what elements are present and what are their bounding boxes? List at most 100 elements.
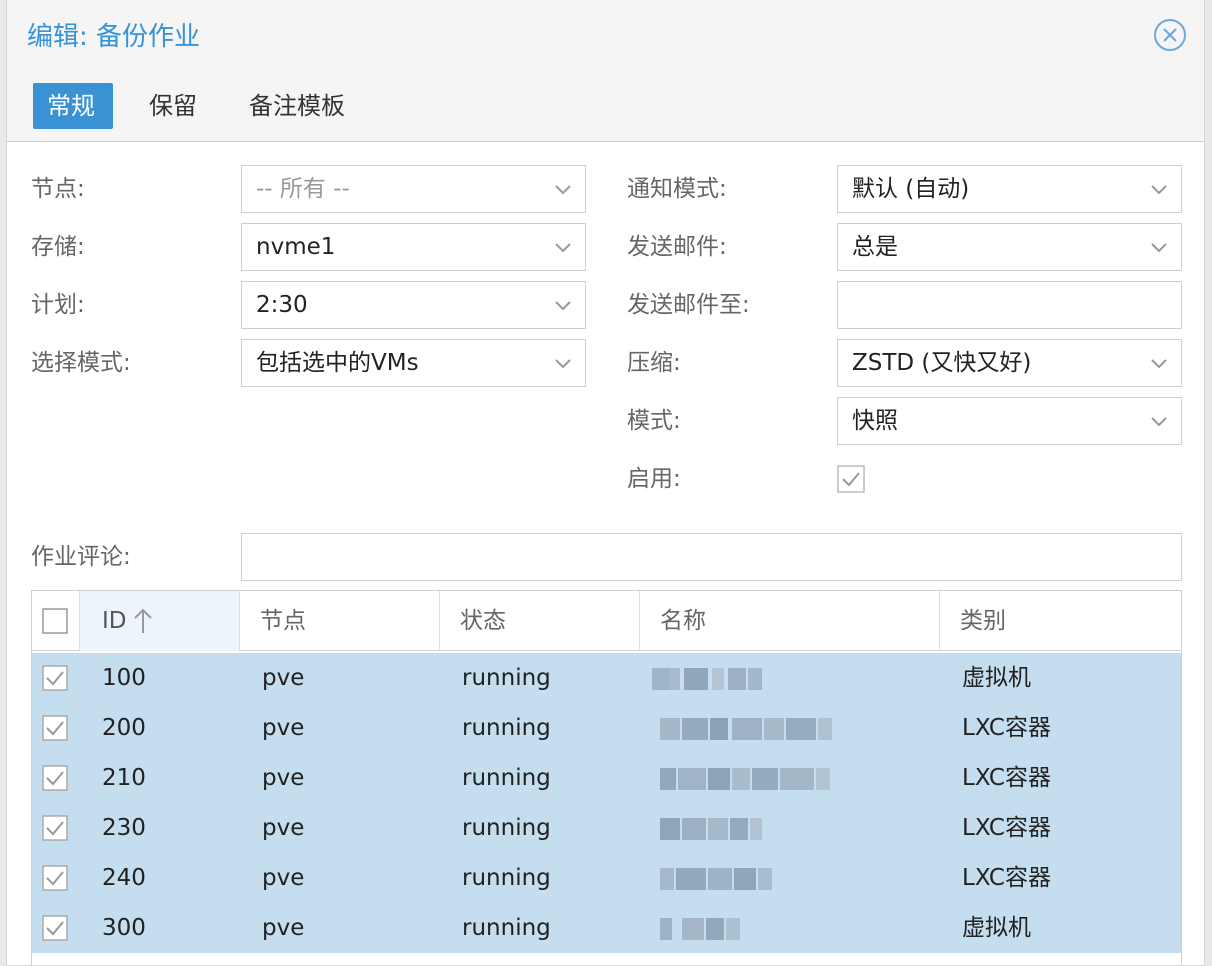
- row-status: running: [462, 865, 551, 891]
- enabled-label: 启用:: [627, 466, 681, 492]
- row-type: LXC容器: [962, 715, 1051, 741]
- row-type: LXC容器: [962, 815, 1051, 841]
- column-header-type[interactable]: 类别: [940, 591, 1181, 651]
- row-type: 虚拟机: [962, 665, 1031, 691]
- compression-select[interactable]: ZSTD (又快又好): [837, 339, 1182, 387]
- column-header-status[interactable]: 状态: [440, 591, 640, 651]
- notification-mode-label: 通知模式:: [627, 176, 727, 202]
- table-row[interactable]: 300 pve running 虚拟机: [32, 903, 1181, 953]
- table-row[interactable]: [32, 953, 1181, 965]
- enabled-checkbox[interactable]: [837, 465, 865, 493]
- row-checkbox[interactable]: [42, 765, 68, 791]
- general-form: 节点: -- 所有 -- 存储: nvme1 计划: 2:30 选择模式: 包括…: [7, 143, 1204, 593]
- row-name-redacted: [652, 668, 852, 690]
- row-id: 100: [102, 665, 146, 691]
- notification-mode-value: 默认 (自动): [852, 176, 970, 202]
- grid-header: ID 节点 状态 名称 类别: [32, 591, 1181, 651]
- schedule-label: 计划:: [31, 292, 85, 318]
- storage-select[interactable]: nvme1: [241, 223, 586, 271]
- storage-value: nvme1: [256, 234, 336, 260]
- chevron-down-icon: [555, 185, 571, 195]
- row-id: 200: [102, 715, 146, 741]
- column-header-name[interactable]: 名称: [640, 591, 940, 651]
- schedule-select[interactable]: 2:30: [241, 281, 586, 329]
- send-email-value: 总是: [852, 234, 898, 260]
- table-row[interactable]: 210 pve running LXC容器: [32, 753, 1181, 803]
- table-row[interactable]: 240 pve running LXC容器: [32, 853, 1181, 903]
- row-status: running: [462, 915, 551, 941]
- row-type: LXC容器: [962, 865, 1051, 891]
- selection-mode-select[interactable]: 包括选中的VMs: [241, 339, 586, 387]
- node-label: 节点:: [31, 176, 85, 202]
- chevron-down-icon: [555, 301, 571, 311]
- dialog-titlebar: 编辑: 备份作业: [7, 0, 1204, 70]
- tab-general[interactable]: 常规: [33, 83, 113, 129]
- mode-select[interactable]: 快照: [837, 397, 1182, 445]
- row-checkbox[interactable]: [42, 715, 68, 741]
- send-email-label: 发送邮件:: [627, 234, 727, 260]
- chevron-down-icon: [555, 243, 571, 253]
- row-status: running: [462, 815, 551, 841]
- row-type: 虚拟机: [962, 915, 1031, 941]
- row-id: 300: [102, 915, 146, 941]
- job-comment-label: 作业评论:: [31, 544, 131, 570]
- compression-label: 压缩:: [627, 350, 681, 376]
- mode-label: 模式:: [627, 408, 681, 434]
- column-header-id-label: ID: [102, 608, 127, 634]
- row-checkbox[interactable]: [42, 915, 68, 941]
- chevron-down-icon: [1151, 243, 1167, 253]
- row-name-redacted: [652, 818, 852, 840]
- chevron-down-icon: [1151, 417, 1167, 427]
- row-id: 240: [102, 865, 146, 891]
- row-checkbox[interactable]: [42, 665, 68, 691]
- storage-label: 存储:: [31, 234, 85, 260]
- row-name-redacted: [652, 868, 852, 890]
- selection-mode-value: 包括选中的VMs: [256, 350, 419, 376]
- row-status: running: [462, 765, 551, 791]
- tab-bar: 常规 保留 备注模板: [7, 70, 1204, 142]
- compression-value: ZSTD (又快又好): [852, 350, 1032, 376]
- send-email-select[interactable]: 总是: [837, 223, 1182, 271]
- chevron-down-icon: [1151, 185, 1167, 195]
- node-value: -- 所有 --: [256, 176, 350, 202]
- row-node: pve: [262, 865, 305, 891]
- row-node: pve: [262, 665, 305, 691]
- schedule-value: 2:30: [256, 292, 308, 318]
- chevron-down-icon: [1151, 359, 1167, 369]
- vm-selection-grid: ID 节点 状态 名称 类别 100 pve running 虚拟机 200 pve run…: [31, 590, 1182, 965]
- row-status: running: [462, 715, 551, 741]
- table-row[interactable]: 200 pve running LXC容器: [32, 703, 1181, 753]
- tab-retention[interactable]: 保留: [135, 83, 211, 129]
- row-name-redacted: [652, 768, 852, 790]
- mode-value: 快照: [852, 408, 898, 434]
- row-id: 210: [102, 765, 146, 791]
- select-all-cell: [32, 591, 80, 651]
- row-node: pve: [262, 815, 305, 841]
- row-checkbox[interactable]: [42, 815, 68, 841]
- row-node: pve: [262, 765, 305, 791]
- close-circle-icon[interactable]: [1153, 18, 1187, 52]
- row-name-redacted: [652, 918, 852, 940]
- node-select[interactable]: -- 所有 --: [241, 165, 586, 213]
- row-checkbox[interactable]: [42, 865, 68, 891]
- chevron-down-icon: [555, 359, 571, 369]
- send-email-to-input[interactable]: [837, 281, 1182, 329]
- row-type: LXC容器: [962, 765, 1051, 791]
- table-row[interactable]: 100 pve running 虚拟机: [32, 653, 1181, 703]
- row-name-redacted: [652, 718, 852, 740]
- notification-mode-select[interactable]: 默认 (自动): [837, 165, 1182, 213]
- column-header-id[interactable]: ID: [80, 591, 240, 651]
- tab-notes-template[interactable]: 备注模板: [235, 83, 359, 129]
- row-node: pve: [262, 915, 305, 941]
- row-id: 230: [102, 815, 146, 841]
- send-email-to-label: 发送邮件至:: [627, 292, 750, 318]
- column-header-node[interactable]: 节点: [240, 591, 440, 651]
- selection-mode-label: 选择模式:: [31, 350, 131, 376]
- row-node: pve: [262, 715, 305, 741]
- backup-job-dialog: 编辑: 备份作业 常规 保留 备注模板 节点: -- 所有 -- 存储: nvm…: [6, 0, 1205, 966]
- select-all-checkbox[interactable]: [42, 608, 68, 634]
- job-comment-input[interactable]: [241, 533, 1182, 581]
- table-row[interactable]: 230 pve running LXC容器: [32, 803, 1181, 853]
- dialog-title: 编辑: 备份作业: [27, 22, 201, 52]
- sort-ascending-icon: [134, 608, 152, 633]
